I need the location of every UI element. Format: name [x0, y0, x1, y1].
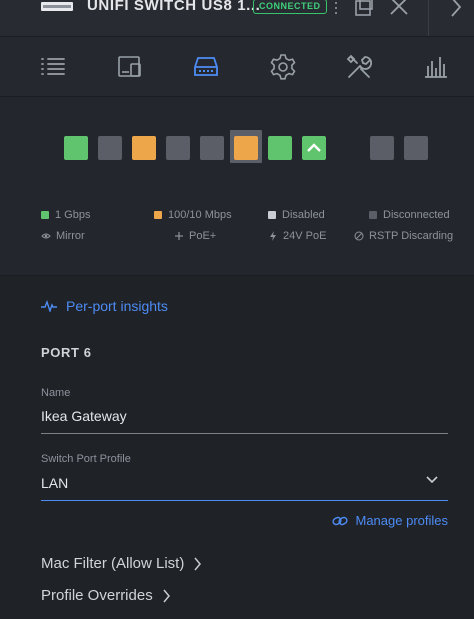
port-title: PORT 6 — [41, 345, 92, 360]
manage-profiles-link[interactable]: Manage profiles — [331, 513, 448, 528]
legend-24v-poe: 24V PoE — [268, 230, 326, 242]
profile-overrides-expander[interactable]: Profile Overrides — [41, 587, 171, 604]
port-4[interactable] — [166, 136, 190, 160]
legend-mirror: Mirror — [41, 230, 85, 242]
legend-swatch — [41, 211, 49, 219]
port-10[interactable] — [404, 136, 428, 160]
legend-swatch — [369, 211, 377, 219]
port-3[interactable] — [132, 136, 156, 160]
port-7[interactable] — [268, 136, 292, 160]
port-8[interactable] — [302, 136, 326, 160]
close-icon[interactable] — [389, 0, 409, 18]
settings-gear-icon[interactable] — [269, 53, 297, 81]
chevron-down-icon[interactable] — [425, 475, 439, 485]
name-input-underline — [41, 433, 448, 434]
device-thumbnail — [41, 2, 73, 11]
status-badge: CONNECTED — [253, 0, 327, 14]
switch-port-profile-label: Switch Port Profile — [41, 453, 131, 465]
mac-filter-expander[interactable]: Mac Filter (Allow List) — [41, 555, 202, 572]
port-5[interactable] — [200, 136, 224, 160]
port-9[interactable] — [370, 136, 394, 160]
legend-100-10mbps: 100/10 Mbps — [154, 209, 232, 221]
ports-panel: 1 Gbps 100/10 Mbps Disabled Disconnected… — [0, 97, 474, 276]
legend-disconnected: Disconnected — [369, 209, 450, 221]
eye-icon — [41, 233, 51, 239]
header-divider — [428, 0, 429, 36]
port-6[interactable] — [234, 136, 258, 160]
name-input[interactable]: Ikea Gateway — [41, 408, 127, 424]
devices-icon[interactable] — [116, 53, 144, 81]
tools-icon[interactable] — [345, 53, 373, 81]
link-icon — [331, 516, 348, 525]
legend-1gbps: 1 Gbps — [41, 209, 90, 221]
port-details-panel: Per-port insights PORT 6 Name Ikea Gatew… — [0, 276, 474, 619]
legend-rstp-discarding: RSTP Discarding — [354, 230, 453, 242]
device-tabs — [0, 37, 474, 97]
per-port-insights-link[interactable]: Per-port insights — [41, 298, 168, 314]
port-2[interactable] — [98, 136, 122, 160]
uplink-arrow-icon — [307, 143, 321, 152]
kebab-menu-icon[interactable] — [330, 0, 342, 18]
legend-disabled: Disabled — [268, 209, 325, 221]
profile-select-underline — [41, 500, 448, 501]
window-header: UNIFI SWITCH US8 1... CONNECTED — [0, 0, 474, 37]
legend-swatch — [268, 211, 276, 219]
legend-poe-plus: PoE+ — [174, 230, 216, 242]
chevron-right-icon — [163, 589, 170, 602]
switch-port-profile-select[interactable]: LAN — [41, 475, 68, 491]
lightning-icon — [270, 231, 276, 241]
statistics-icon[interactable] — [422, 53, 450, 81]
chevron-right-icon[interactable] — [448, 0, 464, 18]
plus-icon — [175, 232, 183, 240]
chevron-right-icon — [194, 557, 202, 570]
pulse-icon — [41, 300, 57, 312]
window-icon[interactable] — [354, 0, 374, 18]
device-title: UNIFI SWITCH US8 1... — [87, 0, 261, 14]
port-1[interactable] — [64, 136, 88, 160]
ports-icon[interactable] — [192, 53, 220, 81]
legend-swatch — [154, 211, 162, 219]
name-label: Name — [41, 387, 71, 399]
blocked-icon — [354, 231, 364, 241]
list-icon[interactable] — [39, 53, 67, 81]
